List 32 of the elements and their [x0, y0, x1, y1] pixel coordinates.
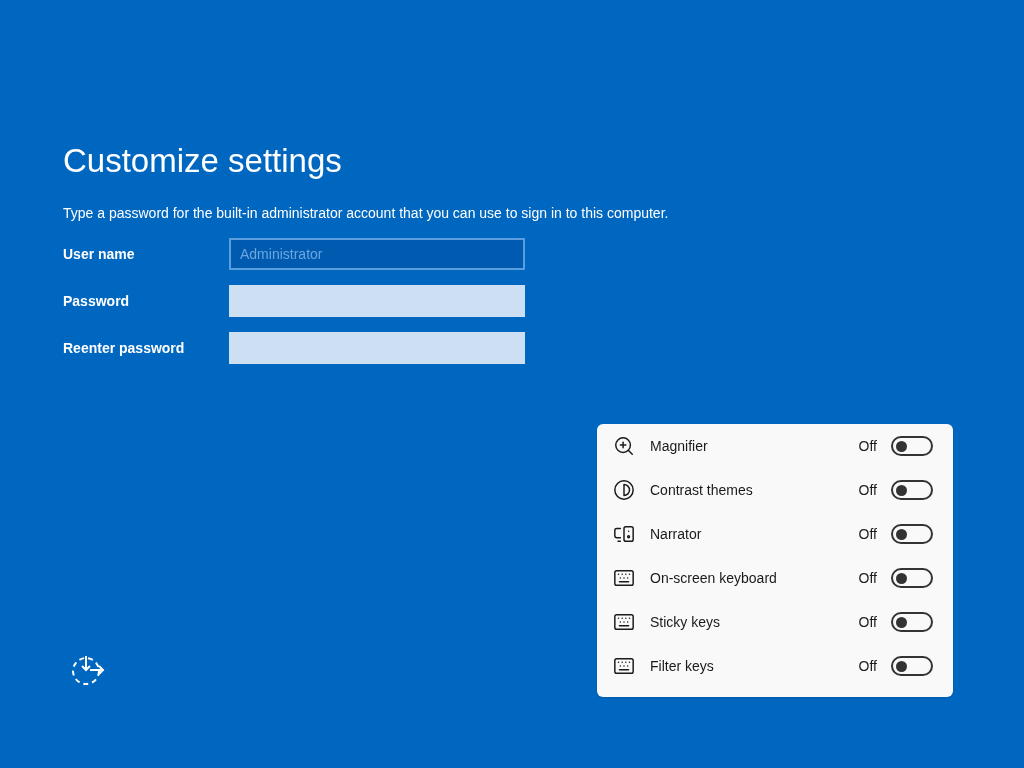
toggle-switch[interactable]	[891, 524, 933, 544]
setting-label: Narrator	[650, 524, 703, 544]
setting-label: On-screen keyboard	[650, 568, 778, 588]
toggle-state-text: Off	[858, 436, 877, 456]
monitor-speaker-icon	[613, 523, 635, 545]
toggle-state-text: Off	[858, 656, 877, 676]
page-title: Customize settings	[63, 141, 343, 181]
accessibility-icon[interactable]	[70, 654, 106, 686]
toggle-state-text: Off	[858, 524, 877, 544]
toggle-state-text: Off	[858, 612, 877, 632]
toggle-switch[interactable]	[891, 612, 933, 632]
field-label: Reenter password	[63, 338, 186, 358]
filter-keys-icon	[613, 655, 635, 677]
toggle-switch[interactable]	[891, 568, 933, 588]
zoom-in-icon	[613, 435, 635, 457]
toggle-switch[interactable]	[891, 656, 933, 676]
setting-label: Filter keys	[650, 656, 715, 676]
field-label: Password	[63, 291, 131, 311]
setting-label: Sticky keys	[650, 612, 721, 632]
description-text: Type a password for the built-in administrator account that you can use to sign in to this computer.	[63, 204, 670, 224]
input-field[interactable]	[229, 285, 525, 318]
toggle-switch[interactable]	[891, 480, 933, 500]
input-field[interactable]	[229, 332, 525, 365]
toggle-state-text: Off	[858, 480, 877, 500]
keyboard-icon	[613, 567, 635, 589]
setting-label: Contrast themes	[650, 480, 754, 500]
toggle-switch[interactable]	[891, 436, 933, 456]
contrast-icon	[613, 479, 635, 501]
setting-label: Magnifier	[650, 436, 709, 456]
field-label: User name	[63, 244, 136, 264]
toggle-state-text: Off	[858, 568, 877, 588]
sticky-keys-icon	[613, 611, 635, 633]
